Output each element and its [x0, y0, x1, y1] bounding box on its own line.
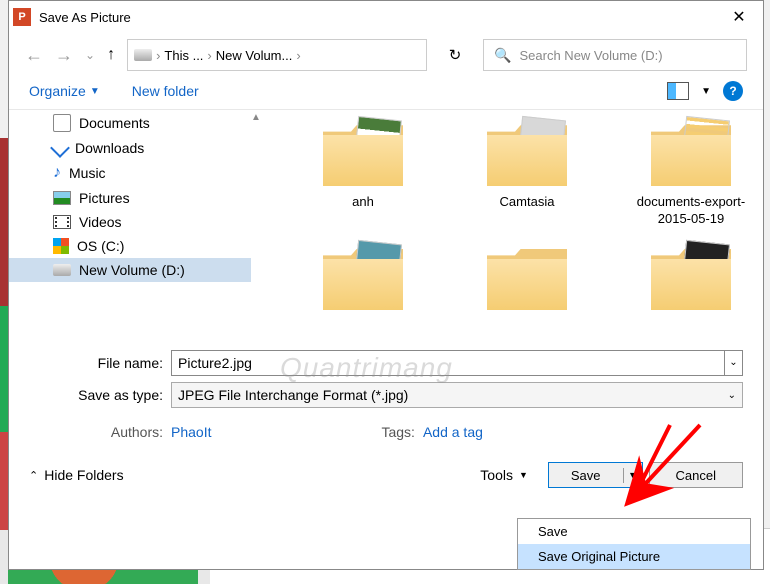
- folder-item[interactable]: [467, 246, 587, 318]
- folder-item[interactable]: documents-export-2015-05-19: [631, 122, 751, 228]
- organize-button[interactable]: Organize ▼: [29, 83, 100, 99]
- powerpoint-icon: P: [13, 8, 31, 26]
- close-button[interactable]: ✕: [719, 3, 759, 31]
- chevron-down-icon: ▼: [519, 470, 528, 480]
- chevron-right-icon[interactable]: ›: [207, 48, 211, 63]
- search-placeholder: Search New Volume (D:): [520, 48, 663, 63]
- chevron-down-icon[interactable]: ▼: [701, 86, 711, 97]
- chevron-down-icon: ▼: [628, 470, 637, 480]
- hide-folders-button[interactable]: ⌃ Hide Folders: [29, 467, 124, 483]
- drive-icon: [53, 264, 71, 276]
- dropdown-item-save-original[interactable]: Save Original Picture: [518, 544, 750, 569]
- folder-item[interactable]: [303, 246, 423, 318]
- save-dropdown-toggle[interactable]: ▼: [624, 470, 642, 480]
- filename-dropdown-icon[interactable]: ⌄: [725, 350, 743, 376]
- search-input[interactable]: 🔍 Search New Volume (D:): [483, 39, 747, 71]
- cancel-button[interactable]: Cancel: [649, 462, 743, 488]
- folder-icon: [323, 246, 403, 310]
- form-area: File name: ⌄ Save as type: JPEG File Int…: [9, 342, 763, 418]
- sidebar-item-pictures[interactable]: Pictures: [9, 186, 262, 210]
- view-mode-icon[interactable]: [667, 82, 689, 100]
- forward-icon[interactable]: →: [55, 45, 73, 66]
- windows-drive-icon: [53, 238, 69, 254]
- chevron-down-icon: ⌄: [728, 390, 736, 401]
- tools-button[interactable]: Tools ▼: [480, 467, 528, 483]
- sidebar-item-documents[interactable]: Documents: [9, 110, 262, 136]
- drive-icon: [134, 49, 152, 61]
- new-folder-button[interactable]: New folder: [132, 83, 199, 99]
- folder-icon: [487, 122, 567, 186]
- dialog-title: Save As Picture: [39, 10, 719, 25]
- music-icon: ♪: [53, 164, 61, 182]
- button-bar: ⌃ Hide Folders Tools ▼ Save ▼ Cancel: [9, 446, 763, 502]
- chevron-right-icon[interactable]: ›: [156, 48, 160, 63]
- help-icon[interactable]: ?: [723, 81, 743, 101]
- filetype-select[interactable]: JPEG File Interchange Format (*.jpg) ⌄: [171, 382, 743, 408]
- dropdown-item-save[interactable]: Save: [518, 519, 750, 544]
- folder-icon: [323, 122, 403, 186]
- chevron-up-icon: ⌃: [29, 469, 38, 482]
- up-icon[interactable]: ↑: [107, 46, 115, 64]
- nav-bar: ← → ⌄ ↑ › This ... › New Volum... › ↻ 🔍 …: [9, 33, 763, 77]
- sidebar-item-new-volume-d[interactable]: New Volume (D:): [9, 258, 262, 282]
- folder-icon: [651, 122, 731, 186]
- tags-label: Tags:: [381, 424, 422, 440]
- breadcrumb-segment[interactable]: This ...: [164, 48, 203, 63]
- tags-value[interactable]: Add a tag: [423, 424, 483, 440]
- sidebar: Documents Downloads ♪Music Pictures Vide…: [9, 110, 263, 342]
- toolbar: Organize ▼ New folder ▼ ?: [9, 77, 763, 110]
- filetype-label: Save as type:: [29, 387, 171, 403]
- filename-label: File name:: [29, 355, 171, 371]
- scrollbar[interactable]: [251, 110, 263, 342]
- authors-label: Authors:: [29, 424, 171, 440]
- content-area: Documents Downloads ♪Music Pictures Vide…: [9, 110, 763, 342]
- folder-item[interactable]: Camtasia: [467, 122, 587, 228]
- chevron-down-icon: ▼: [90, 86, 100, 97]
- save-as-dialog: P Save As Picture ✕ ← → ⌄ ↑ › This ... ›…: [8, 0, 764, 570]
- folder-icon: [651, 246, 731, 310]
- search-icon: 🔍: [494, 47, 511, 64]
- sidebar-item-music[interactable]: ♪Music: [9, 160, 262, 186]
- refresh-button[interactable]: ↻: [439, 39, 471, 71]
- folder-item[interactable]: [631, 246, 751, 318]
- filename-input[interactable]: [171, 350, 725, 376]
- documents-icon: [53, 114, 71, 132]
- chevron-right-icon[interactable]: ›: [296, 48, 300, 63]
- sidebar-item-videos[interactable]: Videos: [9, 210, 262, 234]
- save-button[interactable]: Save ▼: [548, 462, 643, 488]
- folder-pane[interactable]: anh Camtasia documents-export-2015-05-19: [263, 110, 763, 342]
- breadcrumb[interactable]: › This ... › New Volum... ›: [127, 39, 427, 71]
- pictures-icon: [53, 191, 71, 205]
- save-dropdown-menu: Save Save Original Picture: [517, 518, 751, 570]
- authors-value[interactable]: PhaoIt: [171, 424, 211, 440]
- sidebar-item-downloads[interactable]: Downloads: [9, 136, 262, 160]
- videos-icon: [53, 215, 71, 229]
- back-icon[interactable]: ←: [25, 45, 43, 66]
- titlebar: P Save As Picture ✕: [9, 1, 763, 33]
- breadcrumb-segment[interactable]: New Volum...: [216, 48, 293, 63]
- folder-item[interactable]: anh: [303, 122, 423, 228]
- history-dropdown-icon[interactable]: ⌄: [85, 48, 95, 62]
- folder-icon: [487, 246, 567, 310]
- sidebar-item-os-c[interactable]: OS (C:): [9, 234, 262, 258]
- downloads-icon: [50, 138, 70, 158]
